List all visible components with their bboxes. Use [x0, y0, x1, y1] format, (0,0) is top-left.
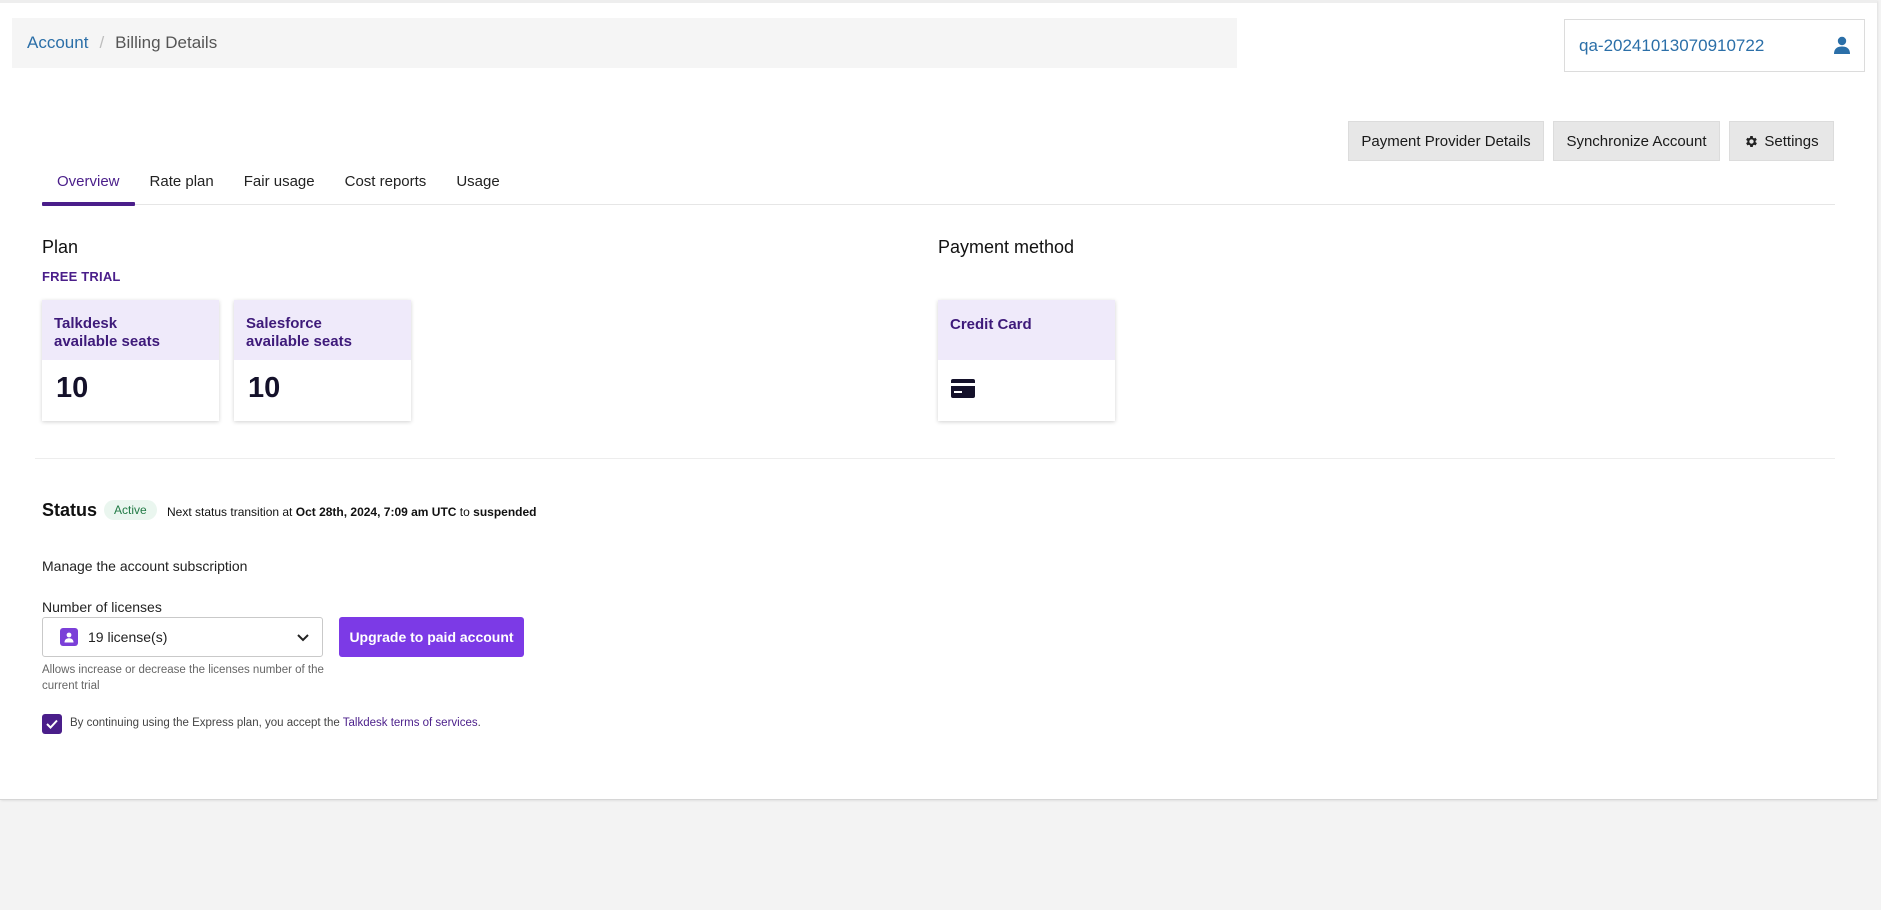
salesforce-seats-card: Salesforce available seats 10 [234, 300, 411, 421]
payment-method-title: Payment method [938, 237, 1075, 257]
status-middle: to [456, 505, 474, 519]
talkdesk-seats-card: Talkdesk available seats 10 [42, 300, 219, 421]
tab-cost-reports[interactable]: Cost reports [330, 166, 442, 205]
chevron-down-icon [297, 634, 309, 642]
status-badge: Active [104, 500, 157, 520]
card-header-line2: available seats [246, 333, 352, 350]
user-icon [1834, 36, 1850, 54]
terms-checkbox[interactable] [42, 714, 62, 734]
credit-card-icon [951, 379, 975, 398]
billing-page: Account / Billing Details qa-20241013070… [0, 0, 1877, 800]
account-selector[interactable]: qa-20241013070910722 [1564, 19, 1865, 72]
status-prefix: Next status transition at [167, 505, 296, 519]
credit-card-label: Credit Card [938, 300, 1115, 360]
terms-suffix: . [477, 717, 481, 729]
settings-button[interactable]: Settings [1729, 121, 1834, 161]
tab-usage[interactable]: Usage [441, 166, 514, 205]
check-icon [46, 719, 58, 729]
licenses-select[interactable]: 19 license(s) [42, 617, 323, 657]
tab-overview[interactable]: Overview [42, 166, 135, 206]
synchronize-account-button[interactable]: Synchronize Account [1553, 121, 1720, 161]
account-id: qa-20241013070910722 [1579, 35, 1765, 55]
upgrade-button[interactable]: Upgrade to paid account [339, 617, 524, 657]
breadcrumb-current: Billing Details [115, 33, 218, 52]
talkdesk-seats-value: 10 [56, 372, 89, 404]
plan-title: Plan [42, 237, 79, 257]
breadcrumb: Account / Billing Details [12, 18, 1237, 68]
breadcrumb-account-link[interactable]: Account [27, 33, 88, 53]
terms-prefix: By continuing using the Express plan, yo… [70, 717, 343, 729]
tab-bar: Overview Rate plan Fair usage Cost repor… [42, 166, 1835, 206]
terms-text: By continuing using the Express plan, yo… [70, 717, 481, 729]
status-target: suspended [473, 505, 537, 519]
tab-rate-plan[interactable]: Rate plan [135, 166, 229, 205]
settings-label: Settings [1764, 132, 1819, 150]
status-date: Oct 28th, 2024, 7:09 am UTC [295, 505, 457, 519]
plan-tag: FREE TRIAL [42, 269, 121, 284]
credit-card-card: Credit Card [938, 300, 1115, 421]
terms-link[interactable]: Talkdesk terms of services [343, 717, 478, 729]
person-icon [60, 628, 78, 646]
status-title: Status [42, 500, 98, 520]
licenses-label: Number of licenses [42, 599, 162, 615]
salesforce-seats-value: 10 [248, 372, 281, 404]
licenses-value: 19 license(s) [88, 629, 168, 645]
card-header-line2: available seats [54, 333, 160, 350]
licenses-hint: Allows increase or decrease the licenses… [42, 664, 324, 692]
manage-subscription-text: Manage the account subscription [42, 558, 248, 574]
gear-icon [1746, 135, 1758, 147]
card-header: Salesforce available seats [234, 300, 411, 360]
status-transition-text: Next status transition at Oct 28th, 2024… [167, 505, 537, 519]
card-header-line1: Salesforce [246, 315, 322, 332]
tab-fair-usage[interactable]: Fair usage [229, 166, 330, 205]
section-divider [35, 458, 1835, 459]
card-header-line1: Talkdesk [54, 315, 118, 332]
breadcrumb-separator: / [99, 33, 105, 52]
card-header: Talkdesk available seats [42, 300, 219, 360]
payment-provider-details-button[interactable]: Payment Provider Details [1348, 121, 1544, 161]
